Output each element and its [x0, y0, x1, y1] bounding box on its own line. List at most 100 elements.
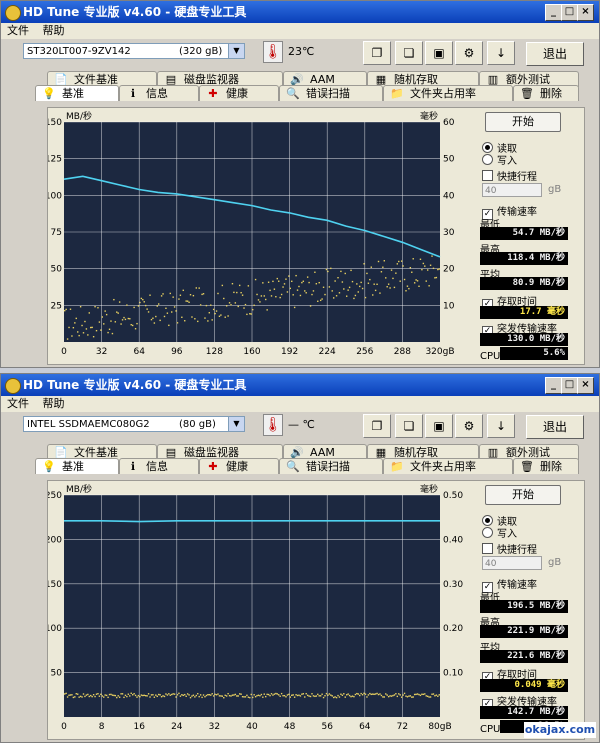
access-time-point [351, 695, 354, 697]
copy-all-icon[interactable]: ❏ [395, 41, 423, 65]
access-time-point [405, 695, 407, 697]
tab-health[interactable]: ✚ 健康 [199, 85, 279, 101]
access-time-point [65, 308, 67, 311]
tab-error-scan[interactable]: 🔍 错误扫描 [279, 458, 383, 474]
access-time-point [79, 695, 82, 698]
save-icon[interactable]: ▣ [425, 414, 453, 438]
tab-benchmark[interactable]: 💡 基准 [35, 85, 119, 101]
tab-erase[interactable]: 🗑 删除 [513, 458, 579, 474]
access-time-point [341, 694, 344, 697]
access-time-point [398, 693, 400, 695]
x-tick-label: 48 [284, 722, 296, 732]
tab-erase[interactable]: 🗑 删除 [513, 85, 579, 101]
y-left-tick-label: 100 [48, 624, 62, 634]
access-time-point [351, 280, 354, 283]
access-time-point [71, 335, 73, 337]
access-time-point [265, 695, 267, 698]
folder-icon: 📁 [390, 460, 404, 473]
access-time-point [392, 694, 394, 697]
options-icon[interactable]: ⚙ [455, 41, 483, 65]
cpu-value: 5.6% [500, 347, 568, 360]
access-time-point [399, 280, 401, 282]
access-time-point [191, 316, 193, 318]
access-time-point [185, 695, 187, 698]
minimize-icon[interactable]: _ [545, 4, 562, 21]
trash-icon: 🗑 [520, 87, 534, 100]
drive-select[interactable]: INTEL SSDMAEMC080G2 (80 gB) ▼ [23, 416, 245, 432]
title-bar[interactable]: HD Tune 专业版 v4.60 - 硬盘专业工具 _ □ × [1, 374, 599, 396]
maximize-icon[interactable]: □ [561, 4, 578, 21]
magnifier-icon: 🔍 [286, 87, 300, 100]
start-button[interactable]: 开始 [485, 112, 561, 132]
close-icon[interactable]: × [577, 4, 594, 21]
access-time-point [231, 694, 234, 696]
access-time-point [156, 695, 158, 698]
save-icon[interactable]: ▣ [425, 41, 453, 65]
copy-all-icon[interactable]: ❏ [395, 414, 423, 438]
quick-stroke-checkbox[interactable]: 快捷行程 [482, 541, 537, 556]
access-time-point [346, 295, 348, 297]
close-icon[interactable]: × [577, 377, 594, 394]
drive-select[interactable]: ST320LT007-9ZV142 (320 gB) ▼ [23, 43, 245, 59]
menu-file[interactable]: 文件 [7, 397, 29, 410]
chevron-down-icon[interactable]: ▼ [228, 44, 244, 58]
menu-help[interactable]: 帮助 [43, 24, 65, 37]
access-time-point [134, 694, 137, 697]
quick-stroke-checkbox[interactable]: 快捷行程 [482, 168, 537, 183]
access-time-point [221, 284, 224, 287]
tab-folder-usage[interactable]: 📁 文件夹占用率 [383, 85, 513, 101]
access-time-point [389, 287, 391, 289]
access-time-point [116, 311, 118, 313]
access-time-point [348, 694, 351, 697]
stroke-spinner[interactable]: 40 [482, 183, 542, 197]
write-radio[interactable]: 写入 [482, 525, 517, 540]
access-time-point [166, 694, 169, 696]
download-icon[interactable]: ↓ [487, 414, 515, 438]
access-time-point [189, 294, 192, 296]
y-left-tick-label: 75 [51, 228, 62, 238]
start-button[interactable]: 开始 [485, 485, 561, 505]
access-time-point [140, 694, 143, 696]
copy-icon[interactable]: ❐ [363, 414, 391, 438]
tab-benchmark[interactable]: 💡 基准 [35, 458, 119, 474]
y-left-tick-label: 100 [48, 191, 62, 201]
tab-folder-usage[interactable]: 📁 文件夹占用率 [383, 458, 513, 474]
access-time-point [292, 294, 294, 296]
stroke-spinner[interactable]: 40 [482, 556, 542, 570]
access-time-point [334, 696, 336, 698]
temperature-value: — ℃ [288, 418, 315, 431]
access-time-point [110, 320, 112, 322]
tab-info[interactable]: ℹ 信息 [119, 458, 199, 474]
access-time-point [276, 693, 278, 695]
tab-health[interactable]: ✚ 健康 [199, 458, 279, 474]
exit-button[interactable]: 退出 [526, 42, 584, 66]
options-icon[interactable]: ⚙ [455, 414, 483, 438]
chevron-down-icon[interactable]: ▼ [228, 417, 244, 431]
health-cross-icon: ✚ [208, 87, 218, 100]
temperature-value: 23℃ [288, 45, 315, 58]
maximize-icon[interactable]: □ [561, 377, 578, 394]
download-icon[interactable]: ↓ [487, 41, 515, 65]
access-time-point [270, 693, 273, 695]
access-time-point [285, 696, 287, 698]
access-time-point [291, 280, 293, 283]
access-time-point [383, 696, 385, 698]
access-time-point [314, 695, 316, 698]
write-radio[interactable]: 写入 [482, 152, 517, 167]
tab-error-scan[interactable]: 🔍 错误扫描 [279, 85, 383, 101]
access-time-point [69, 308, 72, 310]
access-time-point [347, 289, 349, 291]
menu-file[interactable]: 文件 [7, 24, 29, 37]
access-time-point [214, 693, 216, 696]
access-time-point [403, 278, 406, 281]
copy-icon[interactable]: ❐ [363, 41, 391, 65]
minimize-icon[interactable]: _ [545, 377, 562, 394]
benchmark-icon: 💡 [42, 460, 56, 473]
menu-help[interactable]: 帮助 [43, 397, 65, 410]
access-time-point [186, 300, 189, 302]
tab-info[interactable]: ℹ 信息 [119, 85, 199, 101]
access-time-point [409, 266, 412, 269]
access-time-point [340, 693, 342, 695]
title-bar[interactable]: HD Tune 专业版 v4.60 - 硬盘专业工具 _ □ × [1, 1, 599, 23]
exit-button[interactable]: 退出 [526, 415, 584, 439]
